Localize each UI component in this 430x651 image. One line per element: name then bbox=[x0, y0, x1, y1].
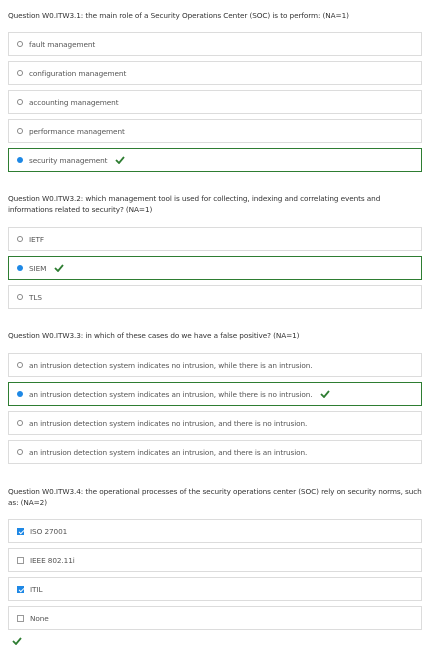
q2-option-tls[interactable]: TLS bbox=[8, 285, 422, 309]
q2-option-siem[interactable]: SIEM bbox=[8, 256, 422, 280]
check-icon bbox=[320, 390, 331, 398]
option-label: performance management bbox=[29, 126, 125, 136]
option-label: IEEE 802.11i bbox=[30, 555, 75, 565]
radio-button[interactable] bbox=[17, 362, 23, 368]
q4-option-iso-27001[interactable]: ISO 27001 bbox=[8, 519, 422, 543]
radio-button[interactable] bbox=[17, 449, 23, 455]
option-label: ITIL bbox=[30, 584, 43, 594]
q1-option-security-management[interactable]: security management bbox=[8, 148, 422, 172]
option-label: None bbox=[30, 613, 49, 623]
radio-button[interactable] bbox=[17, 70, 23, 76]
q3-option-4[interactable]: an intrusion detection system indicates … bbox=[8, 440, 422, 464]
option-label: security management bbox=[29, 155, 108, 165]
q4-option-none[interactable]: None bbox=[8, 606, 422, 630]
option-label: ISO 27001 bbox=[30, 526, 68, 536]
radio-button-selected[interactable] bbox=[17, 157, 23, 163]
question-1-text: Question W0.ITW3.1: the main role of a S… bbox=[8, 11, 349, 20]
check-icon bbox=[115, 156, 126, 164]
option-label: configuration management bbox=[29, 68, 127, 78]
question-3-text: Question W0.ITW3.3: in which of these ca… bbox=[8, 331, 300, 340]
option-label: an intrusion detection system indicates … bbox=[29, 389, 313, 399]
checkbox[interactable] bbox=[17, 556, 24, 564]
q1-option-fault-management[interactable]: fault management bbox=[8, 32, 422, 56]
radio-button[interactable] bbox=[17, 294, 23, 300]
question-4-text: Question W0.ITW3.4: the operational proc… bbox=[8, 487, 422, 507]
q3-option-2[interactable]: an intrusion detection system indicates … bbox=[8, 382, 422, 406]
question-2-text: Question W0.ITW3.2: which management too… bbox=[8, 194, 381, 214]
checkbox[interactable] bbox=[17, 614, 24, 622]
q4-option-ieee-802-11i[interactable]: IEEE 802.11i bbox=[8, 548, 422, 572]
radio-button[interactable] bbox=[17, 99, 23, 105]
check-icon bbox=[12, 637, 22, 645]
option-label: an intrusion detection system indicates … bbox=[29, 418, 308, 428]
q1-option-accounting-management[interactable]: accounting management bbox=[8, 90, 422, 114]
radio-button[interactable] bbox=[17, 420, 23, 426]
check-icon bbox=[54, 264, 64, 272]
q3-option-3[interactable]: an intrusion detection system indicates … bbox=[8, 411, 422, 435]
radio-button[interactable] bbox=[17, 236, 23, 242]
checkbox-checked[interactable] bbox=[17, 585, 24, 593]
radio-button[interactable] bbox=[17, 41, 23, 47]
option-label: SIEM bbox=[29, 263, 47, 273]
option-label: fault management bbox=[29, 39, 96, 49]
checkbox-checked[interactable] bbox=[17, 527, 24, 535]
q2-option-ietf[interactable]: IETF bbox=[8, 227, 422, 251]
radio-button-selected[interactable] bbox=[17, 265, 23, 271]
option-label: IETF bbox=[29, 234, 45, 244]
q1-option-configuration-management[interactable]: configuration management bbox=[8, 61, 422, 85]
q4-option-itil[interactable]: ITIL bbox=[8, 577, 422, 601]
q1-option-performance-management[interactable]: performance management bbox=[8, 119, 422, 143]
option-label: an intrusion detection system indicates … bbox=[29, 360, 313, 370]
radio-button-selected[interactable] bbox=[17, 391, 23, 397]
option-label: accounting management bbox=[29, 97, 119, 107]
option-label: TLS bbox=[29, 292, 42, 302]
radio-button[interactable] bbox=[17, 128, 23, 134]
option-label: an intrusion detection system indicates … bbox=[29, 447, 308, 457]
q3-option-1[interactable]: an intrusion detection system indicates … bbox=[8, 353, 422, 377]
